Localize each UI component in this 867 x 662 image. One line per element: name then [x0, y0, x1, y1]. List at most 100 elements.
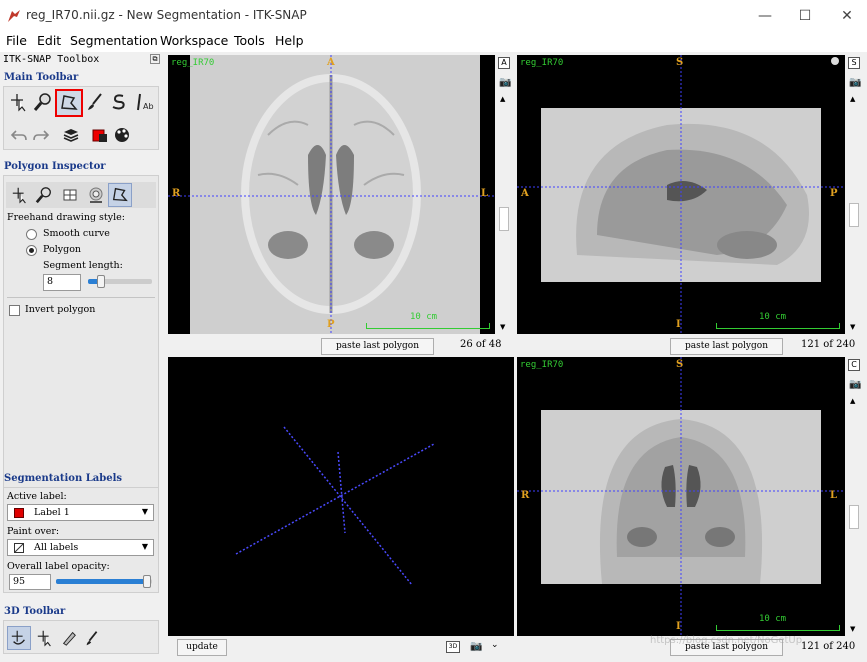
label-editor-icon: [92, 129, 107, 142]
camera-icon[interactable]: 📷: [499, 77, 511, 88]
menu-tools[interactable]: Tools: [234, 33, 265, 48]
camera-icon[interactable]: 📷: [849, 379, 861, 390]
polygon-inspector-header: Polygon Inspector: [4, 161, 106, 172]
segmentation-labels-panel: Active label: Label 1 ▼ Paint over: All …: [3, 487, 159, 593]
camera-icon[interactable]: 📷: [470, 641, 482, 652]
sagittal-paste-polygon-button[interactable]: paste last polygon: [670, 338, 783, 355]
menu-help[interactable]: Help: [275, 33, 304, 48]
sagittal-right-orientation: P: [830, 188, 838, 199]
chevron-down-icon: ▼: [141, 507, 148, 516]
undock-icon[interactable]: ⧉: [150, 54, 160, 64]
main-toolbar-header: Main Toolbar: [4, 72, 79, 83]
crosshair-tool-button[interactable]: [8, 91, 30, 113]
menu-file[interactable]: File: [6, 33, 27, 48]
axial-right-orientation: L: [481, 188, 489, 199]
grid-icon: [63, 189, 77, 201]
menu-edit[interactable]: Edit: [37, 33, 61, 48]
maximize-button[interactable]: ☐: [790, 4, 820, 28]
inspector-grid-button[interactable]: [59, 184, 81, 206]
opacity-slider[interactable]: [56, 575, 152, 588]
svg-text:Ab: Ab: [143, 102, 154, 111]
3d-crosshair-lines: [235, 426, 435, 586]
coronal-layout-button[interactable]: C: [848, 359, 860, 371]
label-color-swatch: [14, 508, 24, 518]
axial-left-orientation: R: [172, 188, 181, 199]
redo-button[interactable]: [30, 124, 52, 146]
polygon-radio[interactable]: [26, 245, 37, 256]
sagittal-image-name: reg_IR70: [520, 58, 564, 68]
annotation-tool-button[interactable]: Ab: [132, 91, 154, 113]
axial-scrollbar-thumb[interactable]: [499, 207, 509, 231]
coronal-bottom-orientation: I: [676, 621, 681, 632]
segment-length-handle[interactable]: [96, 275, 105, 288]
itksnap-logo-icon: [8, 10, 20, 22]
rotate-icon: [11, 630, 25, 645]
opacity-fill: [56, 579, 148, 584]
active-label-title: Active label:: [7, 491, 67, 502]
inspector-crosshair-button[interactable]: [9, 184, 31, 206]
3d-view-button[interactable]: 3D: [446, 641, 460, 653]
menu-workspace[interactable]: Workspace: [160, 33, 228, 48]
scroll-down-icon[interactable]: ▼: [850, 323, 855, 331]
polygon-icon: [61, 95, 78, 110]
chevron-down-icon[interactable]: ⌄: [491, 640, 499, 650]
axial-view[interactable]: reg_IR70 A P R L 10 cm: [168, 55, 495, 334]
axial-layout-button[interactable]: A: [498, 57, 510, 69]
active-label-dropdown[interactable]: Label 1 ▼: [7, 504, 154, 521]
axial-slice-counter: 26 of 48: [460, 339, 502, 350]
camera-icon[interactable]: 📷: [849, 77, 861, 88]
sagittal-view[interactable]: reg_IR70 S I A P 10 cm: [517, 55, 845, 334]
inspector-target-button[interactable]: [85, 184, 107, 206]
sagittal-left-orientation: A: [521, 188, 529, 199]
scroll-up-icon[interactable]: ▲: [500, 95, 505, 103]
label-editor-button[interactable]: [89, 124, 111, 146]
smooth-curve-radio[interactable]: [26, 229, 37, 240]
palette-icon: [115, 128, 129, 142]
inspector-zoom-button[interactable]: [33, 184, 55, 206]
update-3d-button[interactable]: update: [177, 639, 227, 656]
coronal-scale-bar: [716, 625, 840, 631]
layers-button[interactable]: [60, 124, 82, 146]
scroll-down-icon[interactable]: ▼: [500, 323, 505, 331]
menu-segmentation[interactable]: Segmentation: [70, 33, 158, 48]
3d-view[interactable]: [168, 357, 514, 636]
minimize-button[interactable]: —: [750, 4, 780, 28]
close-button[interactable]: ✕: [832, 4, 862, 28]
sagittal-scrollbar-thumb[interactable]: [849, 203, 859, 227]
3d-spraypaint-button[interactable]: [82, 627, 104, 649]
coronal-scrollbar-thumb[interactable]: [849, 505, 859, 529]
axial-paste-polygon-button[interactable]: paste last polygon: [321, 338, 434, 355]
freehand-style-label: Freehand drawing style:: [7, 212, 125, 223]
3d-toolbar-header: 3D Toolbar: [4, 606, 66, 617]
paintbrush-tool-button[interactable]: [84, 91, 106, 113]
redo-icon: [33, 130, 50, 141]
polygon-tool-button[interactable]: [55, 89, 83, 117]
snake-tool-button[interactable]: [108, 91, 130, 113]
paint-over-dropdown[interactable]: All labels ▼: [7, 539, 154, 556]
3d-scalpel-button[interactable]: [58, 627, 80, 649]
zoom-tool-button[interactable]: [32, 91, 54, 113]
sagittal-scale-bar: [716, 323, 840, 329]
undo-button[interactable]: [8, 124, 30, 146]
watermark-text: https://blog.csdn.net/NoGetUp: [650, 635, 803, 646]
active-label-value: Label 1: [34, 507, 70, 518]
invert-polygon-checkbox[interactable]: [9, 305, 20, 316]
segment-length-slider[interactable]: [88, 275, 152, 288]
opacity-handle[interactable]: [143, 575, 152, 588]
scroll-up-icon[interactable]: ▲: [850, 397, 855, 405]
3d-crosshair-button[interactable]: [34, 627, 56, 649]
axial-scale-bar: [366, 323, 490, 329]
scroll-up-icon[interactable]: ▲: [850, 95, 855, 103]
sagittal-layout-button[interactable]: S: [848, 57, 860, 69]
inspector-polygon-button[interactable]: [108, 183, 132, 207]
scroll-down-icon[interactable]: ▼: [850, 625, 855, 633]
opacity-input[interactable]: 95: [9, 574, 51, 590]
radio-dot: [29, 248, 34, 253]
itksnap-toolbox: ITK-SNAP Toolbox ⧉ Main Toolbar Ab Polyg…: [0, 52, 163, 662]
3d-rotate-button[interactable]: [7, 626, 31, 650]
segment-length-input[interactable]: 8: [43, 274, 81, 291]
layers-icon: [63, 129, 79, 142]
sagittal-sidebar: S 📷 ▲ ▼: [847, 55, 861, 334]
coronal-view[interactable]: reg_IR70 S I R L 10 cm: [517, 357, 845, 636]
color-map-button[interactable]: [111, 124, 133, 146]
